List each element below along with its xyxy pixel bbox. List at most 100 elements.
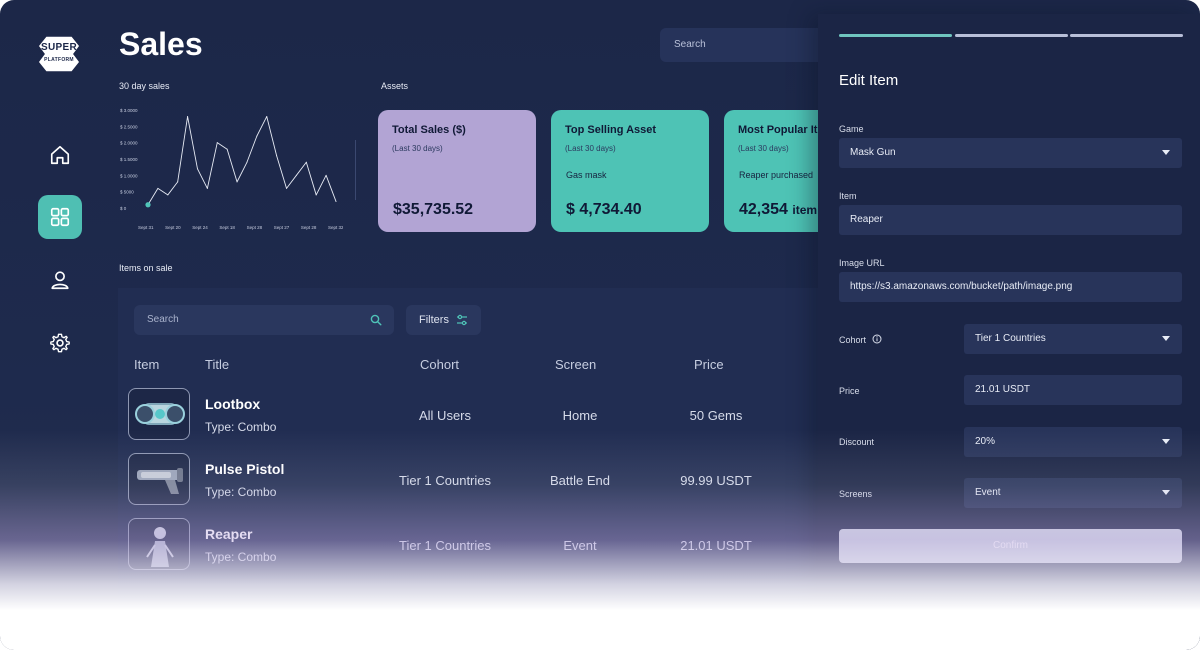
- y-tick-label: $ 5000: [120, 190, 134, 195]
- info-icon[interactable]: [872, 334, 882, 344]
- table-row[interactable]: Pulse Pistol Type: Combo Tier 1 Countrie…: [118, 448, 818, 510]
- item-cohort: Tier 1 Countries: [399, 538, 491, 553]
- x-tick-label: Sept 20: [165, 225, 181, 230]
- confirm-button[interactable]: Confirm: [839, 529, 1182, 563]
- y-tick-label: $ 2.0000: [120, 141, 138, 146]
- x-tick-label: Sept 28: [247, 225, 263, 230]
- sales-line-chart: $ 3.0000 $ 2.5000 $ 2.0000 $ 1.5000 $ 1.0000…: [118, 98, 344, 238]
- section-divider: [355, 140, 356, 200]
- screens-select[interactable]: Event: [964, 478, 1182, 508]
- cohort-label-text: Cohort: [839, 335, 867, 345]
- item-screen: Battle End: [550, 473, 610, 488]
- chevron-down-icon: [1162, 150, 1170, 155]
- image-url-field[interactable]: https://s3.amazonaws.com/bucket/path/ima…: [839, 272, 1182, 302]
- item-thumbnail: [128, 453, 190, 505]
- card-value: $ 4,734.40: [566, 201, 642, 218]
- item-type: Type: Combo: [205, 420, 277, 434]
- discount-select[interactable]: 20%: [964, 427, 1182, 457]
- logo-text-super: SUPER: [41, 42, 77, 53]
- discount-label: Discount: [839, 437, 875, 447]
- logo-text-platform: PLATFORM: [44, 57, 74, 63]
- card-value: 42,354 item: [739, 201, 817, 219]
- data-point: [335, 200, 337, 202]
- item-name: Lootbox: [205, 396, 261, 412]
- column-header-title[interactable]: Title: [205, 357, 229, 372]
- data-point: [315, 194, 317, 196]
- chevron-down-icon: [1162, 439, 1170, 444]
- item-thumbnail: [128, 518, 190, 570]
- column-header-price[interactable]: Price: [694, 357, 724, 372]
- sales-line: [147, 116, 337, 205]
- discount-select-value: 20%: [975, 436, 996, 447]
- reaper-image-icon: [146, 527, 174, 567]
- global-search-input[interactable]: Search: [660, 28, 830, 62]
- data-point: [325, 174, 327, 176]
- item-price: 50 Gems: [689, 408, 743, 423]
- data-point: [286, 187, 288, 189]
- step-progress-1: [839, 34, 952, 37]
- data-point: [236, 181, 238, 183]
- gear-icon: [50, 333, 70, 353]
- x-tick-label: Sept 27: [274, 225, 290, 230]
- screens-select-value: Event: [975, 487, 1001, 498]
- app-logo[interactable]: SUPER PLATFORM: [34, 34, 84, 74]
- x-tick-label: Sept 32: [328, 225, 343, 230]
- card-subtitle: (Last 30 days): [565, 144, 616, 153]
- price-label: Price: [839, 386, 860, 396]
- x-tick-label: Sept 28: [301, 225, 317, 230]
- filters-button[interactable]: Filters: [406, 305, 481, 335]
- item-type: Type: Combo: [205, 550, 277, 564]
- card-subtitle: (Last 30 days): [392, 144, 443, 153]
- card-title: Top Selling Asset: [565, 124, 657, 136]
- nav-profile[interactable]: [38, 258, 82, 302]
- page-title: Sales: [119, 26, 203, 62]
- item-field[interactable]: Reaper: [839, 205, 1182, 235]
- item-price: 21.01 USDT: [680, 538, 752, 553]
- nav-dashboard[interactable]: [38, 195, 82, 239]
- item-screen: Home: [562, 408, 598, 423]
- data-point: [157, 187, 159, 189]
- data-point: [226, 148, 228, 150]
- game-select[interactable]: Mask Gun: [839, 138, 1182, 168]
- table-row[interactable]: Reaper Type: Combo Tier 1 Countries Even…: [118, 513, 818, 575]
- items-search-input[interactable]: Search: [134, 305, 394, 335]
- column-header-cohort[interactable]: Cohort: [420, 357, 459, 372]
- card-value-unit: item: [792, 203, 818, 217]
- chevron-down-icon: [1162, 336, 1170, 341]
- price-field[interactable]: 21.01 USDT: [964, 375, 1182, 405]
- data-point: [276, 155, 278, 157]
- nav-settings[interactable]: [38, 321, 82, 365]
- card-value: $35,735.52: [393, 201, 474, 218]
- total-sales-card[interactable]: Total Sales ($) (Last 30 days) $35,735.5…: [378, 110, 536, 232]
- y-tick-label: $ 3.0000: [120, 108, 138, 113]
- data-point: [177, 181, 179, 183]
- x-tick-label: Sept 18: [219, 225, 235, 230]
- y-tick-label: $ 0: [120, 206, 127, 211]
- data-point: [196, 168, 198, 170]
- home-icon: [50, 145, 70, 165]
- item-screen: Event: [563, 538, 597, 553]
- item-label: Item: [839, 191, 857, 201]
- grid-icon: [50, 207, 70, 227]
- sidebar: SUPER PLATFORM: [0, 0, 118, 650]
- y-tick-label: $ 2.5000: [120, 124, 138, 129]
- item-name: Pulse Pistol: [205, 461, 285, 477]
- cohort-select-value: Tier 1 Countries: [975, 333, 1046, 344]
- game-label: Game: [839, 124, 864, 134]
- nav-home[interactable]: [38, 133, 82, 177]
- items-search-placeholder: Search: [147, 314, 179, 325]
- y-tick-label: $ 1.0000: [120, 173, 138, 178]
- table-row[interactable]: Lootbox Type: Combo All Users Home 50 Ge…: [118, 383, 818, 445]
- edit-item-panel: Edit Item Game Mask Gun Item Reaper Imag…: [818, 14, 1200, 650]
- step-progress-2: [955, 34, 1068, 37]
- chart-svg: $ 3.0000 $ 2.5000 $ 2.0000 $ 1.5000 $ 1.0000…: [120, 108, 344, 230]
- lootbox-image-icon: [135, 403, 185, 425]
- cohort-select[interactable]: Tier 1 Countries: [964, 324, 1182, 354]
- search-icon: [370, 314, 382, 326]
- top-selling-asset-card[interactable]: Top Selling Asset (Last 30 days) Gas mas…: [551, 110, 709, 232]
- data-point: [216, 142, 218, 144]
- edit-panel-title: Edit Item: [839, 72, 899, 89]
- column-header-screen[interactable]: Screen: [555, 357, 596, 372]
- column-header-item[interactable]: Item: [134, 357, 159, 372]
- logo-badge-icon: [37, 35, 81, 73]
